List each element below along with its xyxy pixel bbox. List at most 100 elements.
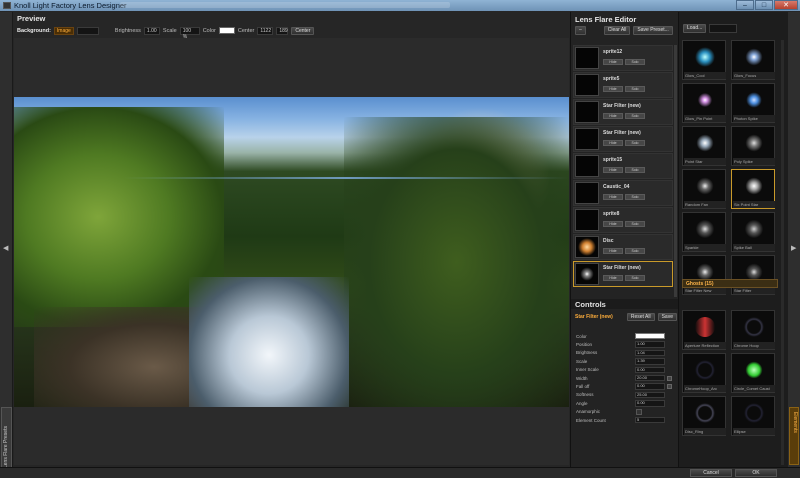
- library-element-thumbnail[interactable]: Point Star: [682, 126, 726, 166]
- layer-hide-button[interactable]: Hide: [603, 275, 623, 281]
- layer-hide-button[interactable]: Hide: [603, 140, 623, 146]
- layer-solo-button[interactable]: Solo: [625, 59, 645, 65]
- library-scrollbar[interactable]: [781, 40, 784, 465]
- layer-hide-button[interactable]: Hide: [603, 86, 623, 92]
- library-element-thumbnail[interactable]: ChromeHoop_Arc: [682, 353, 726, 393]
- layer-item[interactable]: Caustic_04 Hide Solo: [573, 180, 673, 206]
- clear-all-button[interactable]: Clear All: [603, 26, 631, 35]
- library-element-thumbnail[interactable]: Six Point Star: [731, 169, 775, 209]
- center-x-field[interactable]: 1122: [257, 26, 274, 35]
- save-preset-button[interactable]: Save Preset...: [633, 26, 673, 35]
- layer-item[interactable]: Star Filter (new) Hide Solo: [573, 99, 673, 125]
- library-element-thumbnail[interactable]: Ellipse: [731, 396, 775, 436]
- layer-solo-button[interactable]: Solo: [625, 275, 645, 281]
- save-controls-button[interactable]: Save: [657, 313, 677, 321]
- library-element-thumbnail[interactable]: Glow_Pin Point: [682, 83, 726, 123]
- anamorphic-checkbox[interactable]: [636, 408, 642, 415]
- element-caption: Poly Spike: [733, 158, 775, 165]
- minimize-button[interactable]: –: [736, 0, 754, 10]
- layer-item[interactable]: sprite8 Hide Solo: [573, 207, 673, 233]
- ok-button[interactable]: OK: [735, 469, 777, 477]
- property-value-field[interactable]: 0.00: [635, 366, 665, 373]
- maximize-button[interactable]: □: [755, 0, 773, 10]
- center-y-field[interactable]: 189: [276, 26, 289, 35]
- scale-label: Scale: [162, 27, 177, 34]
- library-element-thumbnail[interactable]: Aperture Reflection: [682, 310, 726, 350]
- layer-hide-button[interactable]: Hide: [603, 221, 623, 227]
- color-value-swatch[interactable]: [635, 332, 665, 340]
- layer-hide-button[interactable]: Hide: [603, 167, 623, 173]
- layer-item[interactable]: Disc Hide Solo: [573, 234, 673, 260]
- cancel-button[interactable]: Cancel: [690, 469, 732, 477]
- preview-image[interactable]: [14, 97, 569, 407]
- title-bar-filler: [120, 2, 450, 8]
- library-element-thumbnail[interactable]: Star Filter: [731, 255, 775, 295]
- expand-right-arrow-icon[interactable]: ▶: [791, 244, 796, 252]
- layer-solo-button[interactable]: Solo: [625, 86, 645, 92]
- library-element-thumbnail[interactable]: Star Filter New: [682, 255, 726, 295]
- property-value-field[interactable]: 25.00: [635, 391, 665, 399]
- property-value-field[interactable]: 1.04: [635, 349, 665, 357]
- background-swatch[interactable]: [76, 26, 99, 35]
- library-toolbar: Load...: [683, 24, 738, 33]
- layer-list-scrollbar[interactable]: [674, 45, 677, 297]
- library-element-thumbnail[interactable]: Disc_Ring: [682, 396, 726, 436]
- library-element-thumbnail[interactable]: Glow_Focus: [731, 40, 775, 80]
- library-element-thumbnail[interactable]: Random Fan: [682, 169, 726, 209]
- preview-canvas[interactable]: [14, 38, 569, 465]
- property-value-field[interactable]: 20.00: [635, 374, 665, 382]
- layer-buttons: Hide Solo: [603, 86, 645, 92]
- property-toggle[interactable]: [667, 375, 672, 381]
- elements-tab[interactable]: Elements: [789, 407, 799, 465]
- elements-side-panel[interactable]: ▶ Elements: [788, 12, 800, 467]
- reset-all-button[interactable]: Reset All: [626, 313, 655, 321]
- brightness-field[interactable]: 1.00: [143, 26, 160, 35]
- layer-solo-button[interactable]: Solo: [625, 113, 645, 119]
- ghosts-category-header[interactable]: Ghosts (15): [682, 279, 778, 288]
- image-river: [189, 277, 349, 407]
- property-value-field[interactable]: 5: [635, 416, 665, 424]
- preview-title: Preview: [17, 14, 46, 23]
- library-element-thumbnail[interactable]: Circle_Comet Caust: [731, 353, 775, 393]
- layer-hide-button[interactable]: Hide: [603, 194, 623, 200]
- library-element-thumbnail[interactable]: Chrome Hoop: [731, 310, 775, 350]
- library-element-thumbnail[interactable]: Poly Spike: [731, 126, 775, 166]
- property-value-field[interactable]: 1.39: [635, 358, 665, 365]
- library-element-thumbnail[interactable]: Photon Spike: [731, 83, 775, 123]
- layer-thumbnail: [575, 155, 599, 177]
- center-button[interactable]: Center: [291, 26, 315, 35]
- layer-solo-button[interactable]: Solo: [625, 221, 645, 227]
- property-value-field[interactable]: 1.00: [635, 341, 665, 348]
- property-toggle[interactable]: [667, 384, 672, 390]
- center-label: Center: [237, 27, 255, 34]
- property-value-field[interactable]: 0.00: [635, 400, 665, 407]
- scale-field[interactable]: 100 %: [179, 26, 200, 40]
- layer-item[interactable]: Star Filter (new) Hide Solo: [573, 126, 673, 152]
- lens-flare-presets-tab[interactable]: Lens Flare Presets: [1, 407, 12, 472]
- library-search-field[interactable]: [709, 24, 738, 33]
- load-button[interactable]: Load...: [683, 24, 707, 33]
- layer-item[interactable]: sprite12 Hide Solo: [573, 45, 673, 71]
- controls-title: Controls: [575, 300, 606, 309]
- layer-hide-button[interactable]: Hide: [603, 59, 623, 65]
- layer-solo-button[interactable]: Solo: [625, 248, 645, 254]
- library-element-thumbnail[interactable]: Spike Ball: [731, 212, 775, 252]
- background-select[interactable]: Image: [53, 26, 74, 35]
- remove-element-button[interactable]: –: [575, 26, 586, 35]
- layer-item[interactable]: sprite5 Hide Solo: [573, 72, 673, 98]
- expand-left-arrow-icon[interactable]: ◀: [3, 244, 8, 252]
- layer-hide-button[interactable]: Hide: [603, 113, 623, 119]
- layer-solo-button[interactable]: Solo: [625, 140, 645, 146]
- layer-solo-button[interactable]: Solo: [625, 194, 645, 200]
- library-element-thumbnail[interactable]: Sparkle: [682, 212, 726, 252]
- close-button[interactable]: ✕: [774, 0, 798, 10]
- layer-hide-button[interactable]: Hide: [603, 248, 623, 254]
- library-element-thumbnail[interactable]: Glow_Cool: [682, 40, 726, 80]
- property-value-field[interactable]: 0.00: [635, 383, 665, 390]
- layer-solo-button[interactable]: Solo: [625, 167, 645, 173]
- element-caption: Spike Ball: [733, 244, 775, 251]
- color-swatch[interactable]: [218, 27, 235, 34]
- layer-item[interactable]: Star Filter (new) Hide Solo: [573, 261, 673, 287]
- presets-side-panel[interactable]: ◀ Lens Flare Presets: [0, 12, 13, 472]
- layer-item[interactable]: sprite15 Hide Solo: [573, 153, 673, 179]
